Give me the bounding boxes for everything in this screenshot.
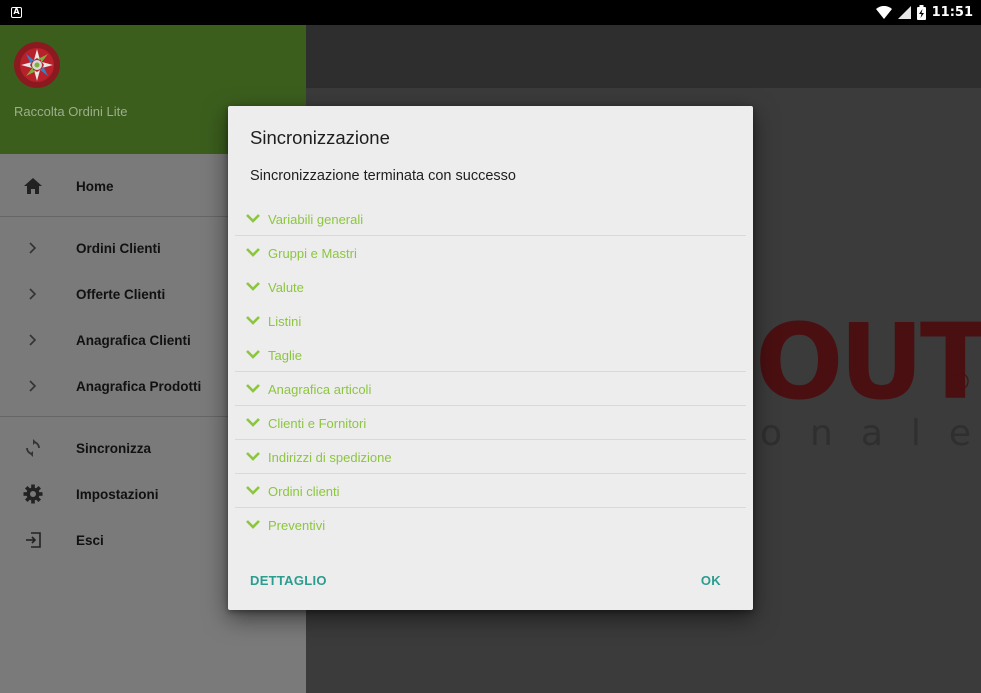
brand-logo-text: OUT <box>755 301 981 423</box>
drawer-item-label: Sincronizza <box>76 440 152 456</box>
chevron-down-icon <box>246 418 260 427</box>
sync-dialog: Sincronizzazione Sincronizzazione termin… <box>228 106 753 610</box>
sync-item-label: Anagrafica articoli <box>268 381 372 397</box>
chevron-down-icon <box>246 248 260 257</box>
chevron-right-icon <box>22 237 44 259</box>
sync-item-label: Variabili generali <box>268 211 364 227</box>
drawer-item-label: Ordini Clienti <box>76 240 161 256</box>
sync-item[interactable]: Taglie <box>235 338 746 372</box>
sync-item[interactable]: Listini <box>235 304 746 338</box>
dialog-title: Sincronizzazione <box>250 127 390 148</box>
gear-icon <box>22 483 44 505</box>
chevron-right-icon <box>22 375 44 397</box>
status-bar: A 11:51 <box>0 0 981 25</box>
sync-item-label: Ordini clienti <box>268 483 340 499</box>
chevron-down-icon <box>246 316 260 325</box>
sync-item-label: Clienti e Fornitori <box>268 415 367 431</box>
sync-item-label: Gruppi e Mastri <box>268 245 357 261</box>
sync-item[interactable]: Gruppi e Mastri <box>235 236 746 270</box>
drawer-item-label: Offerte Clienti <box>76 286 166 302</box>
sync-item-label: Taglie <box>268 347 302 363</box>
wifi-icon <box>875 6 892 19</box>
battery-charging-icon <box>916 5 926 20</box>
sync-item[interactable]: Variabili generali <box>235 202 746 236</box>
brand-subtitle: onale <box>760 413 981 454</box>
exit-icon <box>22 529 44 551</box>
dialog-message: Sincronizzazione terminata con successo <box>250 168 516 184</box>
drawer-item-label: Anagrafica Prodotti <box>76 378 202 394</box>
sync-item[interactable]: Ordini clienti <box>235 474 746 508</box>
sync-icon <box>22 437 44 459</box>
drawer-item-label: Home <box>76 178 114 194</box>
drawer-item-label: Impostazioni <box>76 486 159 502</box>
sync-item-label: Valute <box>268 279 304 295</box>
sync-item[interactable]: Anagrafica articoli <box>235 372 746 406</box>
status-icons: 11:51 <box>875 4 973 21</box>
app-logo <box>14 42 60 88</box>
brand-registered-mark: ® <box>948 368 972 396</box>
detail-button[interactable]: DETTAGLIO <box>250 573 327 588</box>
status-time: 11:51 <box>931 5 973 20</box>
chevron-down-icon <box>246 520 260 529</box>
sync-item-label: Indirizzi di spedizione <box>268 449 392 465</box>
chevron-right-icon <box>22 283 44 305</box>
sync-item[interactable]: Preventivi <box>235 508 746 542</box>
sync-item-label: Preventivi <box>268 517 326 533</box>
chevron-down-icon <box>246 452 260 461</box>
chevron-down-icon <box>246 350 260 359</box>
chevron-down-icon <box>246 384 260 393</box>
chevron-right-icon <box>22 329 44 351</box>
drawer-item-label: Anagrafica Clienti <box>76 332 191 348</box>
chevron-down-icon <box>246 214 260 223</box>
sync-item[interactable]: Valute <box>235 270 746 304</box>
drawer-app-name: Raccolta Ordini Lite <box>14 104 128 119</box>
signal-icon <box>897 6 911 19</box>
ok-button[interactable]: OK <box>701 573 721 588</box>
drawer-item-label: Esci <box>76 532 104 548</box>
home-icon <box>22 175 44 197</box>
sync-item[interactable]: Indirizzi di spedizione <box>235 440 746 474</box>
sync-item-label: Listini <box>268 313 302 329</box>
sync-item[interactable]: Clienti e Fornitori <box>235 406 746 440</box>
chevron-down-icon <box>246 486 260 495</box>
chevron-down-icon <box>246 282 260 291</box>
android-notification-icon: A <box>11 7 22 18</box>
